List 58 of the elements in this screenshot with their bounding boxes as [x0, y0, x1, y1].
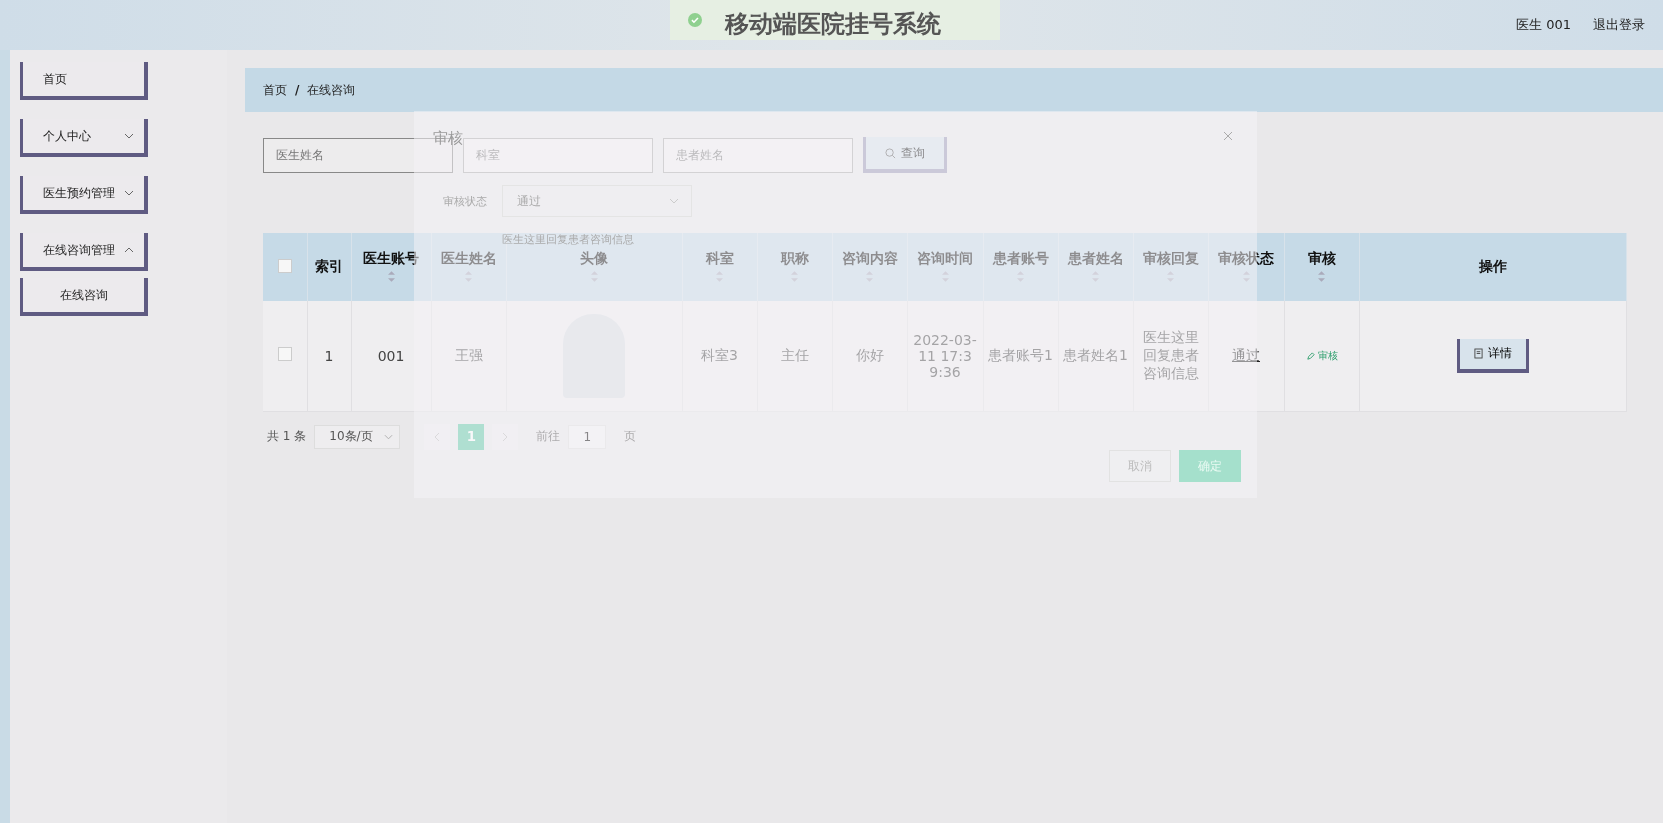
status-text: 通过: [1231, 346, 1261, 365]
page-size-select[interactable]: 10条/页: [314, 424, 401, 449]
column-header: 医生账号: [362, 249, 420, 268]
total-count: 共 1 条: [267, 428, 307, 445]
app-title: 移动端医院挂号系统: [725, 9, 941, 40]
pencil-icon: [1305, 351, 1315, 361]
column-header: 职称: [779, 249, 810, 268]
sidebar-item[interactable]: 在线咨询管理: [20, 233, 148, 271]
column-header: 头像: [579, 249, 609, 268]
table-cell-text: 科室3: [700, 346, 739, 365]
breadcrumb-link[interactable]: 在线咨询: [307, 81, 356, 99]
column-header: 审核状态: [1217, 249, 1275, 268]
column-header: 患者姓名: [1066, 249, 1125, 268]
column-header: 医生姓名: [439, 249, 498, 268]
row-checkbox[interactable]: [277, 347, 292, 362]
search-icon: [885, 147, 896, 159]
table-cell-text: 1: [323, 347, 335, 364]
chevron-icon: [124, 133, 134, 139]
document-icon: [1473, 348, 1483, 360]
chevron-icon: [124, 247, 134, 253]
sidebar-item[interactable]: 首页: [20, 62, 148, 100]
goto-label: 前往: [536, 428, 561, 445]
sidebar-item[interactable]: 个人中心: [20, 119, 148, 157]
table-cell-text: 你好: [854, 346, 885, 365]
chevron-icon: [669, 198, 679, 204]
column-header: 索引: [314, 258, 344, 276]
check-circle-icon: [688, 13, 702, 27]
chevron-left-icon: [434, 431, 441, 442]
user-name: 医生 001: [1516, 16, 1571, 34]
breadcrumb-link[interactable]: 首页: [263, 81, 287, 99]
chevron-icon: [384, 433, 394, 440]
breadcrumb-separator: /: [295, 83, 300, 97]
sidebar-item[interactable]: 医生预约管理: [20, 176, 148, 214]
sort-icon[interactable]: [387, 270, 395, 282]
table-cell-text: 主任: [779, 346, 810, 365]
column-header: 审核: [1306, 249, 1337, 268]
submenu-item[interactable]: 在线咨询: [20, 278, 148, 316]
close-icon[interactable]: [1223, 131, 1233, 141]
select-all-checkbox[interactable]: [277, 258, 292, 273]
status-label: 审核状态: [443, 194, 487, 209]
table-cell: 患者账号1: [987, 346, 1054, 365]
column-header: 科室: [704, 249, 735, 268]
column-header: 审核回复: [1141, 249, 1200, 268]
chevron-icon: [124, 190, 134, 196]
page-suffix: 页: [624, 428, 637, 445]
table-cell-text: 医生这里回复患者咨询信息: [1141, 328, 1200, 383]
table-cell: 患者姓名1: [1062, 346, 1129, 365]
table-cell-text: 王强: [453, 346, 484, 365]
column-header: 操作: [1477, 258, 1508, 276]
logout-link[interactable]: 退出登录: [1593, 16, 1645, 34]
column-header: 患者账号: [991, 249, 1050, 268]
chevron-right-icon: [502, 431, 509, 442]
column-header: 咨询内容: [840, 249, 899, 268]
column-header: 咨询时间: [916, 249, 974, 268]
table-cell-text: 001: [376, 347, 406, 364]
detail-button[interactable]: 详情: [1456, 338, 1529, 373]
table-cell-text: 2022-03-11 17:39:36: [912, 331, 978, 380]
sort-icon[interactable]: [1318, 270, 1325, 282]
